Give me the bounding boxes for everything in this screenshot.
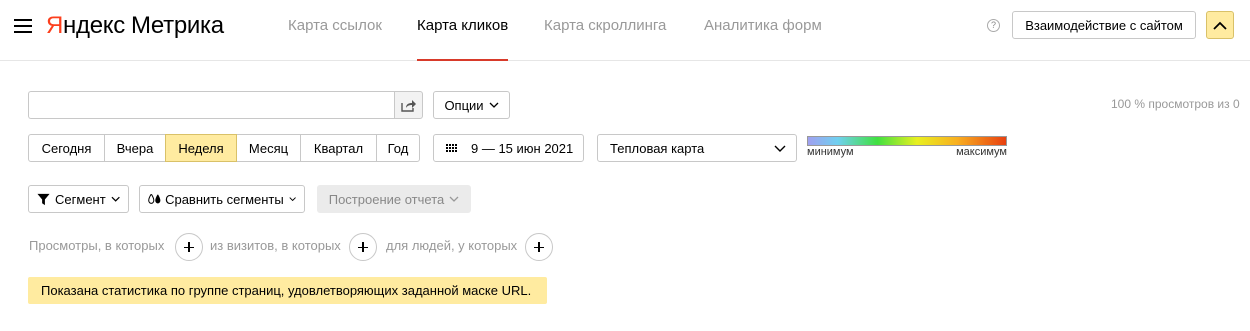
share-button[interactable] (394, 91, 423, 119)
logo-brand-rest: ндекс (63, 12, 125, 39)
filter-views-label: Просмотры, в которых (29, 238, 165, 253)
compare-icon (148, 194, 161, 204)
period-quarter-button[interactable]: Квартал (300, 134, 377, 162)
help-icon[interactable]: ? (987, 19, 1000, 32)
tab-link-map[interactable]: Карта ссылок (288, 17, 382, 61)
segment-label: Сегмент (55, 191, 106, 207)
filter-icon (37, 193, 50, 205)
period-month-button[interactable]: Месяц (236, 134, 301, 162)
legend-max-label: максимум (956, 146, 1007, 158)
logo-brand-first: Я (46, 12, 64, 39)
chevron-down-icon (774, 145, 786, 152)
filter-visits-label: из визитов, в которых (210, 238, 341, 253)
legend-min-label: минимум (807, 146, 854, 158)
tab-form-analytics[interactable]: Аналитика форм (704, 17, 822, 61)
logo-product: Метрика (130, 12, 224, 39)
legend-gradient-bar (807, 136, 1007, 146)
compare-segments-button[interactable]: Сравнить сегменты (139, 185, 305, 213)
menu-icon[interactable] (14, 18, 32, 34)
chevron-down-icon (111, 196, 120, 202)
tab-scroll-map[interactable]: Карта скроллинга (544, 17, 666, 61)
options-label: Опции (444, 97, 484, 113)
chevron-up-icon (1213, 21, 1227, 30)
date-range-label: 9 — 15 июн 2021 (471, 140, 574, 156)
chevron-down-icon (289, 197, 296, 202)
date-range-button[interactable]: 9 — 15 июн 2021 (433, 134, 584, 162)
add-views-filter-button[interactable] (175, 233, 203, 261)
map-type-select[interactable]: Тепловая карта (597, 134, 797, 162)
top-header: Яндекс Метрика Карта ссылок Карта кликов … (0, 0, 1250, 61)
heatmap-legend: минимум максимум (807, 136, 1007, 158)
collapse-button[interactable] (1206, 11, 1234, 39)
interact-with-site-button[interactable]: Взаимодействие с сайтом (1012, 11, 1196, 39)
filter-people-label: для людей, у которых (386, 238, 518, 253)
period-yesterday-button[interactable]: Вчера (104, 134, 166, 162)
chevron-down-icon (449, 196, 459, 202)
period-selector: Сегодня Вчера Неделя Месяц Квартал Год (28, 134, 420, 162)
tab-click-map[interactable]: Карта кликов (417, 17, 509, 61)
logo[interactable]: Яндекс Метрика (46, 11, 224, 41)
build-report-label: Построение отчета (328, 191, 445, 207)
segment-button[interactable]: Сегмент (28, 185, 129, 213)
period-today-button[interactable]: Сегодня (28, 134, 105, 162)
map-type-label: Тепловая карта (610, 140, 705, 156)
period-week-button[interactable]: Неделя (165, 134, 237, 162)
url-input[interactable] (28, 91, 395, 119)
add-people-filter-button[interactable] (525, 233, 553, 261)
options-button[interactable]: Опции (433, 91, 510, 119)
views-info: 100 % просмотров из 0 (1111, 97, 1240, 111)
chevron-down-icon (489, 102, 499, 108)
compare-segments-label: Сравнить сегменты (165, 191, 284, 207)
add-visits-filter-button[interactable] (349, 233, 377, 261)
calendar-icon (446, 143, 458, 153)
build-report-button[interactable]: Построение отчета (317, 185, 471, 213)
url-mask-notice: Показана статистика по группе страниц, у… (28, 277, 547, 304)
period-year-button[interactable]: Год (376, 134, 420, 162)
share-icon (400, 99, 416, 112)
